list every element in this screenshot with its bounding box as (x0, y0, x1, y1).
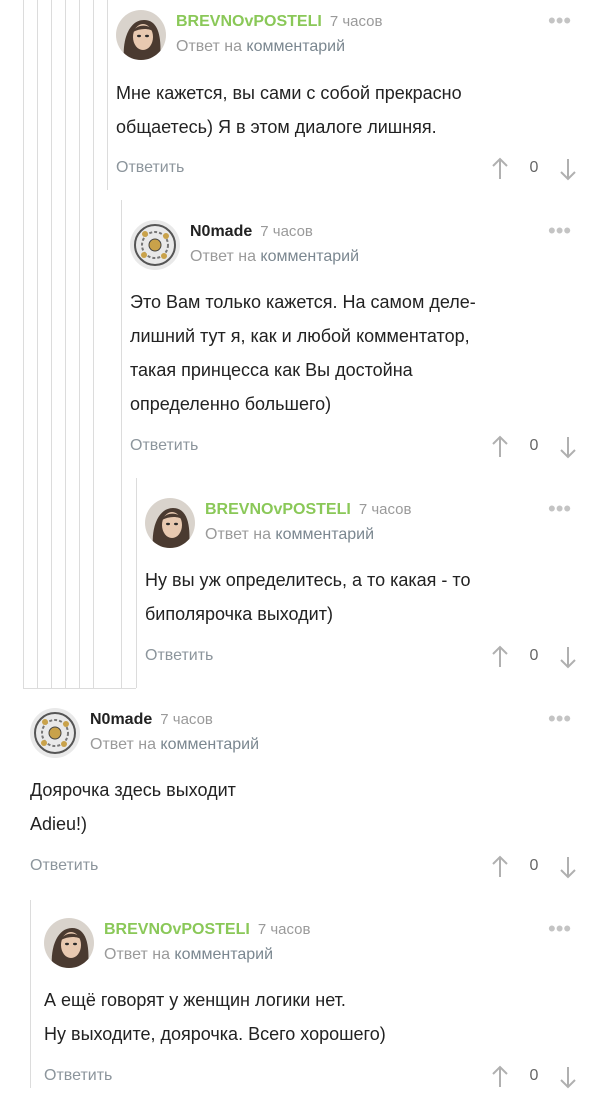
comment-actions: Ответить 0 (145, 643, 586, 673)
comment: BREVNOvPOSTELI 7 часов Ответ на комментар… (145, 498, 586, 678)
comment-text: А ещё говорят у женщин логики нет. Ну вы… (44, 990, 386, 1044)
more-options-icon[interactable]: ••• (548, 918, 571, 940)
more-options-icon[interactable]: ••• (548, 708, 571, 730)
comment-author[interactable]: BREVNOvPOSTELI 7 часов (205, 501, 411, 519)
comment-actions: Ответить 0 (130, 433, 586, 463)
comment-actions: Ответить 0 (44, 1063, 586, 1093)
comment-time: 7 часов (358, 501, 412, 518)
vote-score: 0 (529, 437, 539, 454)
downvote-icon[interactable] (558, 645, 578, 669)
reply-to-link[interactable]: комментарий (246, 38, 345, 55)
comment-time: 7 часов (160, 711, 213, 728)
comment-time: 7 часов (260, 223, 313, 240)
reply-button[interactable]: Ответить (44, 1067, 112, 1085)
more-options-icon[interactable]: ••• (548, 498, 571, 520)
comment-author[interactable]: N0made 7 часов (90, 711, 213, 729)
comment-text: Это Вам только кажется. На самом деле- л… (130, 292, 476, 414)
downvote-icon[interactable] (558, 1065, 578, 1089)
comment: N0made 7 часов Ответ на комментарий ••• Э… (130, 220, 586, 465)
comment: BREVNOvPOSTELI 7 часов Ответ на комментар… (44, 918, 586, 1089)
vote-score: 0 (529, 857, 539, 874)
comment-author[interactable]: BREVNOvPOSTELI 7 часов (104, 921, 310, 939)
thread-line (30, 900, 31, 1088)
reply-to: Ответ на комментарий (205, 526, 375, 543)
thread-line (93, 0, 94, 688)
upvote-icon[interactable] (490, 1065, 510, 1089)
thread-line (121, 200, 122, 688)
thread-line (65, 0, 66, 688)
thread-line (37, 0, 38, 688)
reply-to: Ответ на комментарий (176, 38, 346, 55)
more-options-icon[interactable]: ••• (548, 10, 571, 32)
thread-line (107, 0, 108, 190)
reply-to-link[interactable]: комментарий (174, 946, 273, 963)
comment-text: Ну вы уж определитесь, а то какая - то б… (145, 570, 471, 624)
vote-score: 0 (529, 1067, 539, 1084)
upvote-icon[interactable] (490, 157, 510, 181)
reply-to-link[interactable]: комментарий (260, 248, 359, 265)
reply-button[interactable]: Ответить (130, 437, 198, 455)
comment-actions: Ответить 0 (30, 853, 586, 883)
reply-to: Ответ на комментарий (90, 736, 260, 753)
female-avatar-icon[interactable] (145, 498, 195, 548)
more-options-icon[interactable]: ••• (548, 220, 571, 242)
thread-line (51, 0, 52, 688)
thread-line (23, 0, 24, 688)
reply-button[interactable]: Ответить (30, 857, 98, 875)
downvote-icon[interactable] (558, 157, 578, 181)
ornament-avatar-icon[interactable] (30, 708, 80, 758)
comment-actions: Ответить 0 (116, 155, 586, 185)
comment-text: Мне кажется, вы сами с собой прекрасно о… (116, 83, 462, 137)
downvote-icon[interactable] (558, 855, 578, 879)
reply-button[interactable]: Ответить (116, 159, 184, 177)
upvote-icon[interactable] (490, 435, 510, 459)
comment-author[interactable]: N0made 7 часов (190, 223, 313, 241)
ornament-avatar-icon[interactable] (130, 220, 180, 270)
downvote-icon[interactable] (558, 435, 578, 459)
reply-button[interactable]: Ответить (145, 647, 213, 665)
reply-to-link[interactable]: комментарий (275, 526, 374, 543)
comment-author[interactable]: BREVNOvPOSTELI 7 часов (176, 13, 382, 31)
thread-divider (23, 688, 136, 689)
vote-score: 0 (529, 647, 539, 664)
reply-to: Ответ на комментарий (190, 248, 360, 265)
comment-text: Доярочка здесь выходит Adieu!) (30, 780, 236, 834)
comment: BREVNOvPOSTELI 7 часов Ответ на комментар… (116, 10, 586, 185)
vote-score: 0 (529, 159, 539, 176)
upvote-icon[interactable] (490, 645, 510, 669)
comment-time: 7 часов (329, 13, 383, 30)
female-avatar-icon[interactable] (44, 918, 94, 968)
thread-line (136, 478, 137, 688)
thread-line (79, 0, 80, 688)
comment: N0made 7 часов Ответ на комментарий ••• Д… (30, 708, 586, 883)
reply-to: Ответ на комментарий (104, 946, 274, 963)
comment-time: 7 часов (257, 921, 311, 938)
upvote-icon[interactable] (490, 855, 510, 879)
reply-to-link[interactable]: комментарий (160, 736, 259, 753)
female-avatar-icon[interactable] (116, 10, 166, 60)
